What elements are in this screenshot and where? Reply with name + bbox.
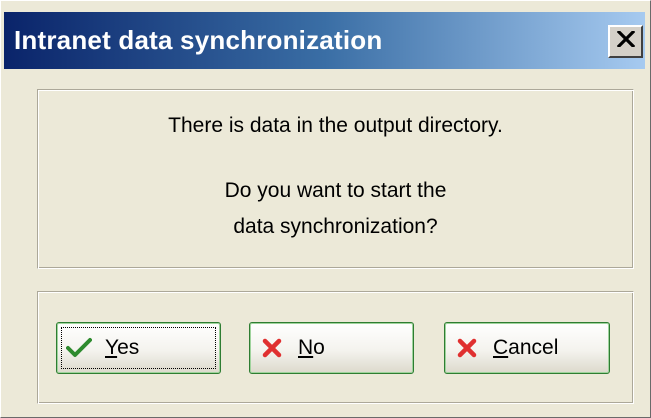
button-panel: Yes No Cancel: [37, 291, 634, 404]
dialog-window: Intranet data synchronization There is d…: [0, 0, 651, 418]
cancel-button[interactable]: Cancel: [444, 322, 610, 374]
red-x-icon: [453, 334, 481, 362]
yes-label: Yes: [105, 336, 139, 360]
check-icon: [65, 334, 93, 362]
message-line-1: There is data in the output directory.: [168, 114, 503, 137]
message-line-2: Do you want to start the: [224, 179, 447, 202]
message-line-3: data synchronization?: [233, 215, 438, 238]
red-x-icon: [258, 334, 286, 362]
message-panel: There is data in the output directory. D…: [37, 89, 634, 269]
yes-accelerator: Y: [105, 336, 118, 359]
yes-label-rest: es: [117, 336, 140, 359]
window-title: Intranet data synchronization: [14, 25, 383, 55]
cancel-label: Cancel: [493, 336, 558, 360]
no-button[interactable]: No: [249, 322, 414, 374]
yes-button[interactable]: Yes: [56, 322, 221, 374]
no-accelerator: N: [298, 336, 314, 359]
cancel-accelerator: C: [493, 336, 509, 359]
cancel-label-rest: ancel: [508, 336, 559, 359]
no-label: No: [298, 336, 325, 360]
title-bar[interactable]: Intranet data synchronization: [4, 12, 645, 69]
close-x-icon: [616, 29, 635, 52]
no-label-rest: o: [313, 336, 325, 359]
close-button[interactable]: [608, 25, 643, 58]
